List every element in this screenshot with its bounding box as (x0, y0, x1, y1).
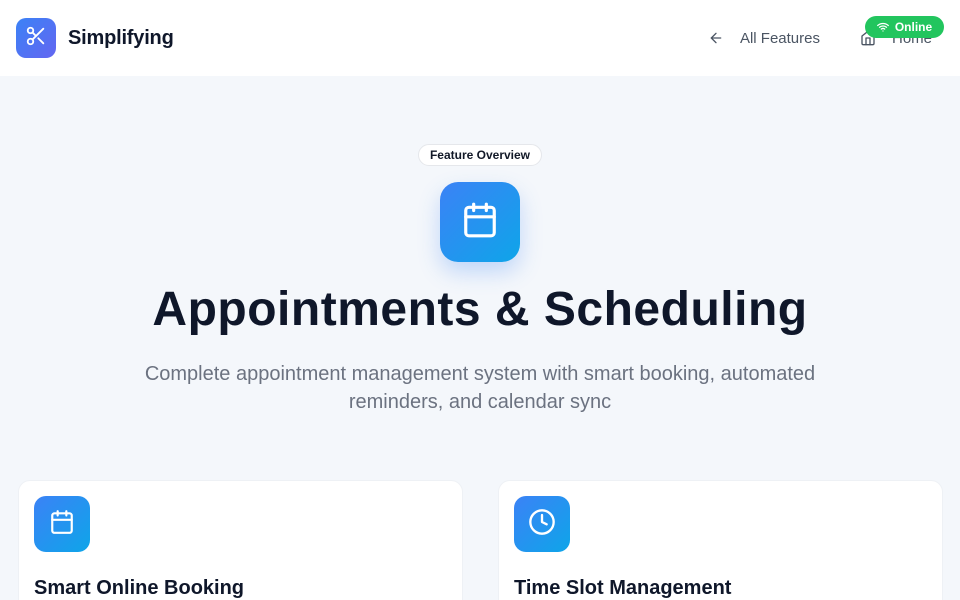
wifi-icon (876, 21, 889, 33)
all-features-label: All Features (739, 29, 820, 47)
card-title: Time Slot Management (514, 577, 732, 599)
clock-icon (528, 508, 556, 541)
hero-icon-tile (440, 182, 520, 262)
brand-name[interactable]: Simplifying (68, 27, 174, 50)
hero-section: Feature Overview Appointments & Scheduli… (0, 76, 960, 476)
calendar-icon (461, 201, 499, 244)
feature-card-smart-online-booking[interactable]: Smart Online Booking (18, 480, 463, 600)
header-nav: All Features Home (708, 0, 944, 76)
card-title: Smart Online Booking (34, 577, 245, 599)
top-header: Simplifying All Features Home (0, 0, 960, 76)
calendar-icon (49, 509, 75, 540)
card-icon-tile (34, 496, 90, 552)
card-icon-tile (514, 496, 570, 552)
online-status-badge: Online (865, 16, 944, 38)
arrow-left-icon (708, 30, 724, 46)
page-subtitle: Complete appointment management system w… (144, 363, 816, 413)
online-status-label: Online (894, 20, 933, 34)
scissors-icon (25, 25, 47, 52)
feature-card-time-slot-management[interactable]: Time Slot Management (498, 480, 943, 600)
feature-overview-pill: Feature Overview (418, 144, 542, 166)
page-title: Appointments & Scheduling (152, 283, 808, 336)
brand-logo[interactable] (16, 18, 56, 58)
all-features-link[interactable]: All Features (708, 30, 820, 47)
